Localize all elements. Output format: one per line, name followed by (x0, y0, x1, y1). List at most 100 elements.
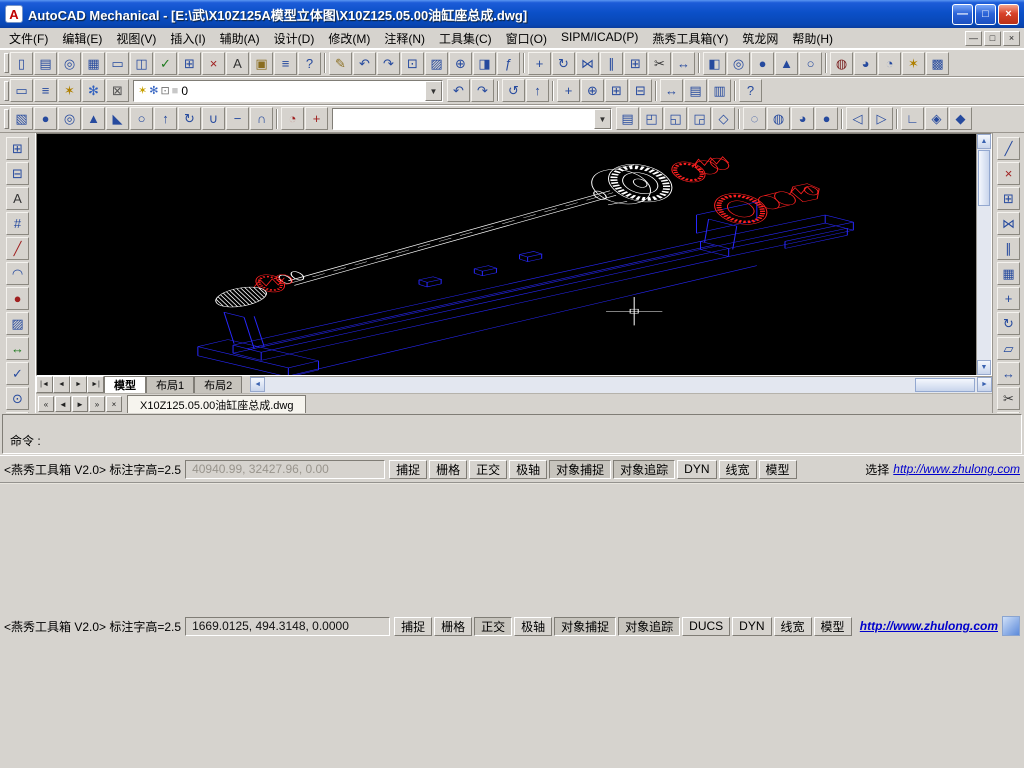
right-tb-mirror[interactable]: ⋈ (997, 212, 1020, 235)
tb3-orbit-3d[interactable]: ◔ (281, 107, 304, 130)
tb2-layer-properties[interactable]: ≡ (34, 79, 57, 102)
tb1-palette[interactable]: ≡ (274, 51, 297, 75)
tb1-mirror[interactable]: ⋈ (576, 51, 599, 75)
status2-toggle-polar[interactable]: 极轴 (514, 616, 553, 636)
tb1-save[interactable]: ▦ (82, 51, 105, 75)
menu-modify[interactable]: 修改(M) (321, 28, 377, 49)
right-tb-erase[interactable]: × (997, 162, 1020, 185)
zhulong-link-2[interactable]: http://www.zhulong.com (860, 619, 998, 633)
left-tb-am-bom-list[interactable]: ▤ (6, 412, 29, 413)
status2-toggle-snap[interactable]: 捕捉 (394, 616, 433, 636)
left-tb-am-centerline[interactable]: ╱ (6, 237, 29, 260)
tb1-redo[interactable]: ↷ (377, 51, 400, 75)
tb2-layer-previous[interactable]: ↺ (502, 79, 525, 102)
vertical-scroll-track[interactable] (977, 149, 991, 360)
status2-toggle-otrack[interactable]: 对象追踪 (618, 616, 681, 636)
layout-nav-button-prev[interactable]: ◄ (53, 376, 70, 393)
tb2-distance[interactable]: ↔ (660, 79, 683, 102)
menu-assist[interactable]: 辅助(A) (213, 28, 267, 49)
vertical-scrollbar[interactable]: ▲ ▼ (976, 134, 991, 375)
coordinates-display[interactable]: 40940.99, 32427.96, 0.00 (185, 459, 386, 479)
doc-nav-button-last[interactable]: » (89, 396, 105, 412)
left-tb-am-content[interactable]: ⊞ (6, 137, 29, 160)
tb2-list[interactable]: ▤ (684, 79, 707, 102)
menu-design[interactable]: 设计(D) (267, 28, 322, 49)
horizontal-scroll-thumb[interactable] (915, 378, 975, 392)
layout-tab-layout1[interactable]: 布局1 (146, 376, 195, 393)
tb1-plot[interactable]: ▭ (106, 51, 129, 75)
status2-toggle-lwt[interactable]: 线宽 (773, 616, 812, 636)
tb1-box-3d[interactable]: ◧ (703, 51, 726, 75)
tb1-offset[interactable]: ∥ (600, 51, 623, 75)
status-toggle-polar[interactable]: 极轴 (509, 459, 548, 479)
tb3-right-view[interactable]: ◲ (688, 107, 711, 130)
tb3-wedge[interactable]: ◣ (106, 107, 129, 130)
status2-toggle-model[interactable]: 模型 (813, 616, 852, 636)
tb3-next-view[interactable]: ▷ (870, 107, 893, 130)
right-tb-copy[interactable]: ⊞ (997, 187, 1020, 210)
tb2-undo[interactable]: ↶ (447, 79, 470, 102)
window-button-maximize[interactable]: □ (975, 3, 996, 25)
tb3-pan-3d[interactable]: + (305, 107, 328, 130)
tb3-extrude[interactable]: ↑ (154, 107, 177, 130)
status-toggle-osnap[interactable]: 对象捕捉 (549, 459, 612, 479)
layer-combo-dropdown-button[interactable]: ▼ (425, 81, 442, 101)
status-toggle-snap[interactable]: 捕捉 (389, 459, 428, 479)
right-tb-move[interactable]: + (997, 287, 1020, 310)
tb1-extend[interactable]: ↔ (672, 51, 695, 75)
drawing-canvas[interactable] (37, 134, 976, 375)
status-toggle-grid[interactable]: 栅格 (429, 459, 468, 479)
tb1-materials[interactable]: ▩ (926, 51, 949, 75)
document-tab[interactable]: X10Z125.05.00油缸座总成.dwg (127, 395, 307, 413)
horizontal-scrollbar[interactable]: ◄ ► (250, 376, 992, 393)
right-tb-offset[interactable]: ∥ (997, 237, 1020, 260)
doc-nav-button-prev[interactable]: ◄ (55, 396, 71, 412)
tb1-help[interactable]: ? (298, 51, 321, 75)
scroll-down-button[interactable]: ▼ (977, 360, 991, 375)
tb1-array[interactable]: ⊞ (624, 51, 647, 75)
status2-toggle-osnap[interactable]: 对象捕捉 (554, 616, 617, 636)
tb1-open[interactable]: ▤ (34, 51, 57, 75)
tb1-layout[interactable]: ◨ (473, 51, 496, 75)
tb1-move[interactable]: + (528, 51, 551, 75)
menu-view[interactable]: 视图(V) (109, 28, 163, 49)
status-toggle-lwt[interactable]: 线宽 (718, 459, 757, 479)
child-window-button-child-close[interactable]: × (1003, 30, 1020, 46)
tb2-layer-lock[interactable]: ⊠ (106, 79, 129, 102)
tb3-ucs-face[interactable]: ◆ (949, 107, 972, 130)
layout-tab-layout2[interactable]: 布局2 (194, 376, 243, 393)
left-tb-am-balloon[interactable]: ⊙ (6, 387, 29, 410)
tb3-ucs-world[interactable]: ◈ (925, 107, 948, 130)
tb1-undo[interactable]: ↶ (353, 51, 376, 75)
tb1-new[interactable]: ▯ (10, 51, 33, 75)
status2-toggle-ortho[interactable]: 正交 (474, 616, 513, 636)
status-toggle-otrack[interactable]: 对象追踪 (613, 459, 676, 479)
status2-toggle-grid[interactable]: 栅格 (434, 616, 473, 636)
window-button-minimize[interactable]: — (952, 3, 973, 25)
tb1-hatch[interactable]: ▨ (425, 51, 448, 75)
tb2-layer-on[interactable]: ✶ (58, 79, 81, 102)
tb3-cylinder[interactable]: ◎ (58, 107, 81, 130)
tb2-layer-freeze[interactable]: ✻ (82, 79, 105, 102)
tb3-front-view[interactable]: ◱ (664, 107, 687, 130)
right-tb-rotate[interactable]: ↻ (997, 312, 1020, 335)
tb2-properties[interactable]: ▥ (708, 79, 731, 102)
tb3-rendered[interactable]: ● (815, 107, 838, 130)
tb1-render[interactable]: ◍ (830, 51, 853, 75)
tb1-trim[interactable]: ✂ (648, 51, 671, 75)
tb1-cylinder-3d[interactable]: ◎ (727, 51, 750, 75)
right-tb-trim[interactable]: ✂ (997, 387, 1020, 410)
doc-nav-button-first[interactable]: « (38, 396, 54, 412)
layout-nav-button-next[interactable]: ► (70, 376, 87, 393)
menu-annotate[interactable]: 注释(N) (377, 28, 432, 49)
vertical-scroll-thumb[interactable] (978, 150, 990, 206)
child-window-button-child-minimize[interactable]: — (965, 30, 982, 46)
tb3-prev-view[interactable]: ◁ (846, 107, 869, 130)
tb3-named-views[interactable]: ▤ (616, 107, 639, 130)
tb1-xref[interactable]: ⊕ (449, 51, 472, 75)
view-combo-dropdown-button[interactable]: ▼ (594, 109, 611, 129)
left-tb-am-surface-symbol[interactable]: ✓ (6, 362, 29, 385)
status-toggle-model[interactable]: 模型 (758, 459, 797, 479)
left-tb-am-contour[interactable]: ◠ (6, 262, 29, 285)
menu-zhulong[interactable]: 筑龙网 (735, 28, 785, 49)
